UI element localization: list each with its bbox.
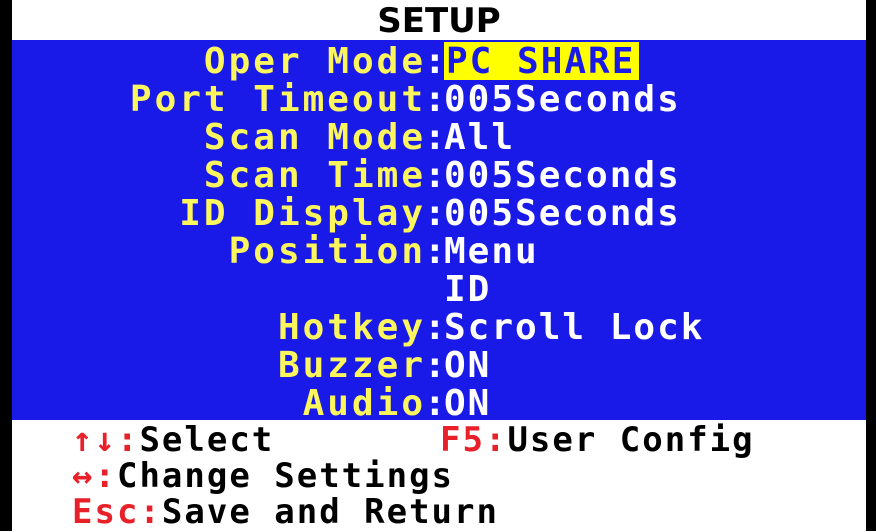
setting-row-audio[interactable]: Audio : ON [12, 383, 866, 424]
right-border [866, 0, 876, 531]
setting-value[interactable]: 005Seconds [444, 194, 681, 234]
setting-value[interactable]: Menu [444, 232, 539, 272]
setting-value-selected[interactable]: PC SHARE [444, 42, 640, 82]
help-select-label: Select [139, 420, 275, 460]
setting-value-option[interactable]: ID [444, 270, 491, 310]
setting-colon: : [424, 193, 446, 234]
f5-key: F5 [440, 420, 485, 460]
setting-colon: : [424, 307, 446, 348]
help-change-label: Change Settings [116, 456, 455, 496]
setting-value[interactable]: 005Seconds [444, 80, 681, 120]
setting-label: Oper Mode [203, 41, 426, 82]
setting-label: Scan Mode [203, 117, 426, 158]
help-colon: : [94, 456, 117, 496]
help-select: ↑↓:Select [72, 422, 274, 458]
setting-value[interactable]: ON [444, 346, 491, 386]
setting-row-buzzer[interactable]: Buzzer : ON [12, 345, 866, 386]
setting-colon: : [424, 231, 446, 272]
setting-label: Port Timeout [129, 79, 426, 120]
help-esc-label: Save and Return [161, 492, 499, 532]
setting-label: Hotkey [277, 307, 426, 348]
setting-row-position-option[interactable]: ID [12, 270, 866, 310]
left-right-arrows-icon: ↔ [72, 456, 95, 496]
setting-colon: : [424, 79, 446, 120]
help-colon: : [139, 492, 162, 532]
up-down-arrows-icon: ↑↓ [72, 420, 117, 460]
setting-colon: : [424, 155, 446, 196]
help-user-config: F5:User Config [440, 422, 755, 458]
setting-row-id-display[interactable]: ID Display : 005Seconds [12, 193, 866, 234]
setting-value[interactable]: Scroll Lock [444, 308, 704, 348]
setting-row-scan-time[interactable]: Scan Time : 005Seconds [12, 155, 866, 196]
help-colon: : [116, 420, 140, 460]
setting-label: Buzzer [277, 345, 426, 386]
setting-value[interactable]: 005Seconds [444, 156, 681, 196]
key-help-footer: ↑↓:Select F5:User Config ↔:Change Settin… [12, 420, 866, 531]
setting-value[interactable]: All [444, 118, 515, 158]
setting-colon: : [424, 383, 446, 424]
setting-row-port-timeout[interactable]: Port Timeout : 005Seconds [12, 79, 866, 120]
setting-colon: : [424, 41, 446, 82]
setting-label: Audio [302, 383, 426, 424]
setting-row-position[interactable]: Position : Menu [12, 231, 866, 272]
setup-screen: SETUP Oper Mode : PC SHARE Port Timeout … [0, 0, 876, 531]
setting-row-oper-mode[interactable]: Oper Mode : PC SHARE [12, 41, 866, 82]
setting-value[interactable]: ON [444, 384, 491, 424]
setting-colon: : [424, 345, 446, 386]
setting-label: Position [228, 231, 426, 272]
help-colon: : [484, 420, 508, 460]
esc-key: Esc [72, 492, 140, 532]
page-title: SETUP [12, 0, 866, 41]
setting-colon: : [424, 117, 446, 158]
settings-panel: Oper Mode : PC SHARE Port Timeout : 005S… [12, 40, 866, 424]
left-border [0, 0, 12, 531]
setting-label: ID Display [179, 193, 426, 234]
setting-row-scan-mode[interactable]: Scan Mode : All [12, 117, 866, 158]
help-esc: Esc:Save and Return [72, 494, 499, 530]
help-user-config-label: User Config [507, 420, 755, 460]
setting-label: Scan Time [203, 155, 426, 196]
help-change: ↔:Change Settings [72, 458, 454, 494]
setting-row-hotkey[interactable]: Hotkey : Scroll Lock [12, 307, 866, 348]
